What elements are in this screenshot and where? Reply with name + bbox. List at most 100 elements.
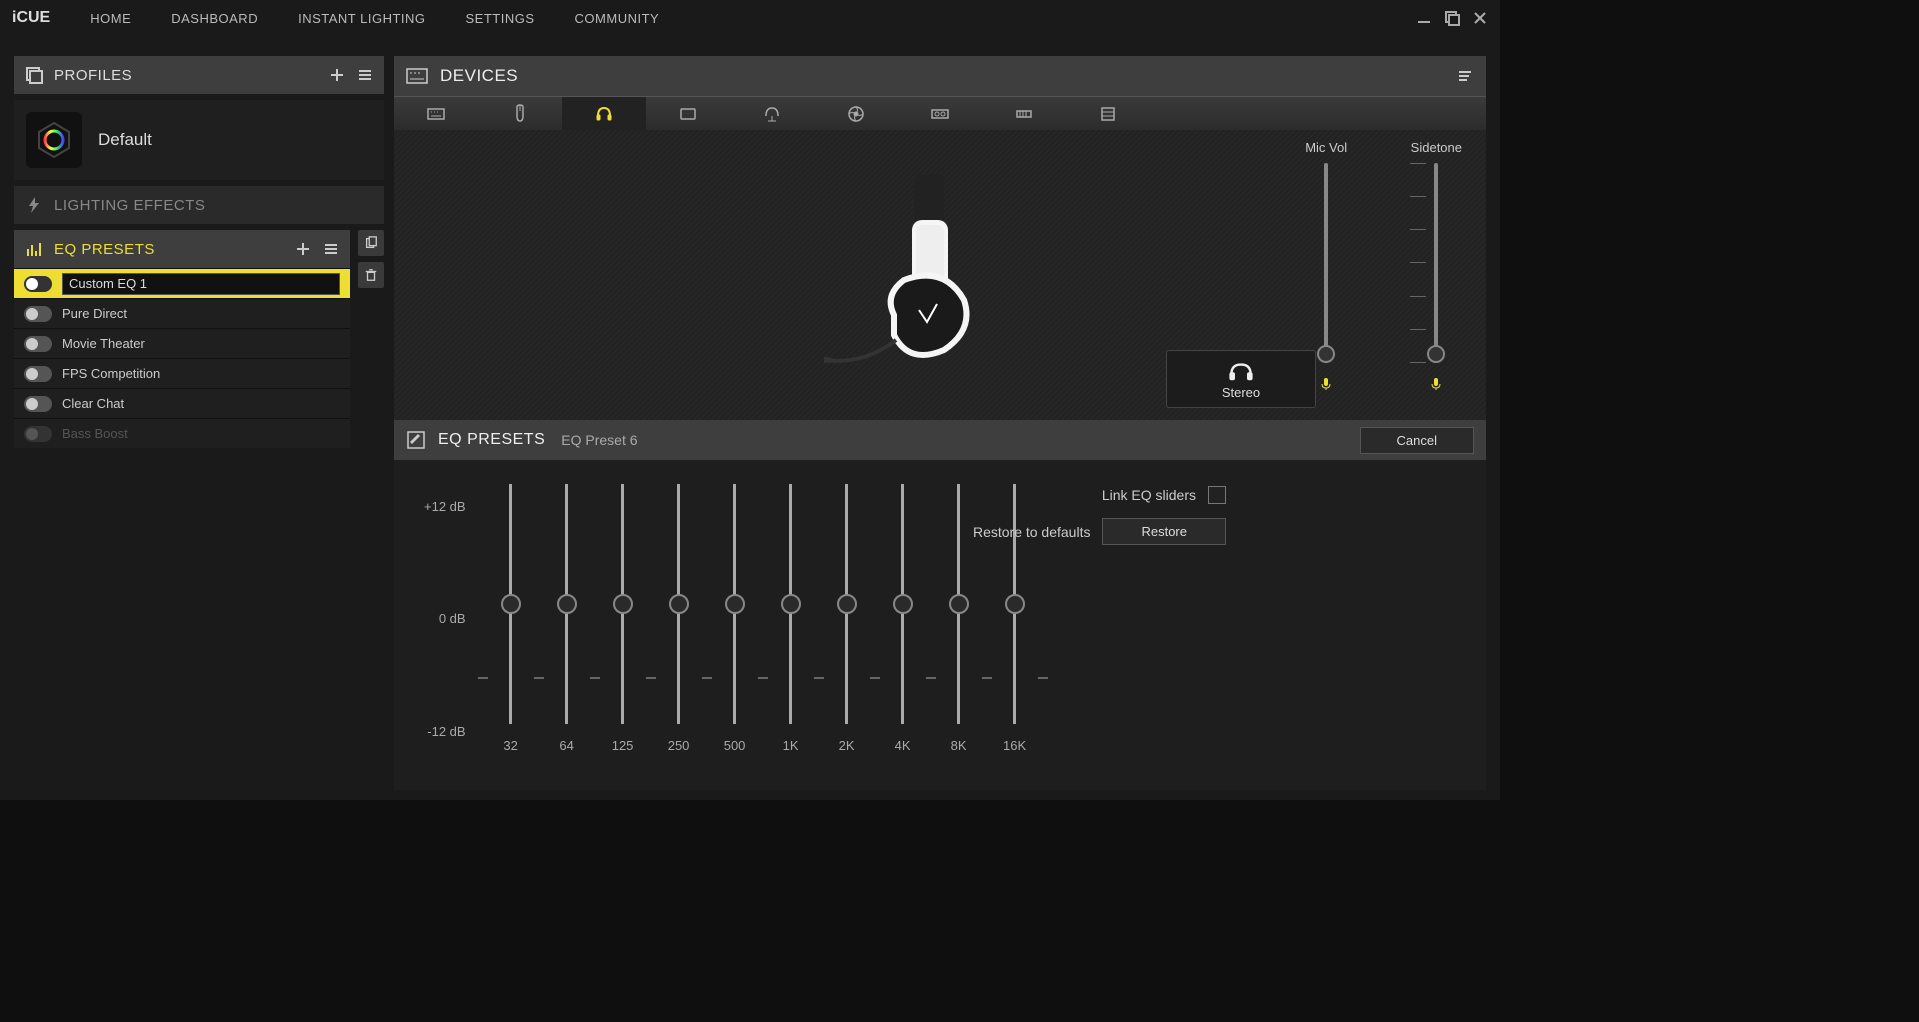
stereo-mode-button[interactable]: Stereo — [1166, 350, 1316, 408]
preset-toggle[interactable] — [24, 426, 52, 442]
nav-dashboard[interactable]: DASHBOARD — [171, 11, 258, 26]
nav-home[interactable]: HOME — [90, 11, 131, 26]
eq-slider-32[interactable] — [488, 484, 534, 724]
profile-name: Default — [98, 130, 152, 150]
devices-settings-icon[interactable] — [1456, 67, 1474, 85]
main-panel: DEVICES Stereo — [394, 56, 1486, 790]
preset-toggle[interactable] — [24, 366, 52, 382]
preset-row-2[interactable]: Movie Theater — [14, 328, 350, 358]
device-headset-icon[interactable] — [562, 97, 646, 130]
profile-row[interactable]: Default — [14, 100, 384, 180]
eq-axis: +12 dB 0 dB -12 dB — [424, 499, 466, 739]
device-mousepad-icon[interactable] — [646, 97, 730, 130]
close-icon[interactable] — [1472, 10, 1488, 26]
eq-icon — [24, 239, 44, 259]
preset-toggle[interactable] — [24, 396, 52, 412]
eq-panel-header: EQ PRESETS Cancel — [394, 420, 1486, 460]
eq-slider-125[interactable] — [600, 484, 646, 724]
eq-freq-label: 4K — [895, 738, 911, 753]
eq-axis-top: +12 dB — [424, 499, 466, 514]
mic-icon — [1319, 377, 1333, 391]
eq-freq-label: 125 — [612, 738, 634, 753]
preset-list: Pure Direct Movie Theater FPS Competition C… — [14, 268, 350, 448]
maximize-icon[interactable] — [1444, 10, 1460, 26]
eq-presets-title: EQ PRESETS — [54, 241, 284, 258]
title-bar: iCUE HOME DASHBOARD INSTANT LIGHTING SET… — [0, 0, 1500, 36]
preset-toggle[interactable] — [24, 276, 52, 292]
preset-label: Bass Boost — [62, 426, 128, 441]
device-stand-icon[interactable] — [730, 97, 814, 130]
eq-axis-bot: -12 dB — [424, 724, 466, 739]
preset-row-3[interactable]: FPS Competition — [14, 358, 350, 388]
sidetone-mic-icon — [1429, 377, 1443, 391]
eq-name-input[interactable] — [561, 432, 761, 448]
eq-slider-1K[interactable] — [768, 484, 814, 724]
nav-community[interactable]: COMMUNITY — [575, 11, 660, 26]
preset-row-0[interactable] — [14, 268, 350, 298]
nav-instant-lighting[interactable]: INSTANT LIGHTING — [298, 11, 425, 26]
device-fan-icon[interactable] — [814, 97, 898, 130]
preset-toggle[interactable] — [24, 336, 52, 352]
eq-slider-500[interactable] — [712, 484, 758, 724]
device-cooler-icon[interactable] — [1066, 97, 1150, 130]
restore-button[interactable]: Restore — [1102, 518, 1226, 545]
link-eq-checkbox[interactable] — [1208, 486, 1226, 504]
preset-label: Clear Chat — [62, 396, 124, 411]
top-nav: HOME DASHBOARD INSTANT LIGHTING SETTINGS… — [90, 11, 1416, 26]
device-icon-row — [394, 96, 1486, 130]
preset-row-4[interactable]: Clear Chat — [14, 388, 350, 418]
menu-icon[interactable] — [356, 66, 374, 84]
eq-freq-label: 16K — [1003, 738, 1026, 753]
device-gpu-icon[interactable] — [898, 97, 982, 130]
eq-body: +12 dB 0 dB -12 dB 32641252505001K2K4K8K… — [394, 460, 1486, 790]
sidebar: PROFILES Default LIGHTING EFFECTS — [14, 56, 384, 790]
eq-presets-header[interactable]: EQ PRESETS — [14, 230, 350, 268]
devices-header: DEVICES — [394, 56, 1486, 96]
eq-axis-mid: 0 dB — [424, 611, 466, 626]
headset-image — [824, 165, 1024, 385]
device-keyboard-icon[interactable] — [394, 97, 478, 130]
app-logo: iCUE — [12, 9, 50, 27]
eq-freq-label: 32 — [503, 738, 517, 753]
mic-vol-label: Mic Vol — [1305, 140, 1347, 155]
add-preset-icon[interactable] — [294, 240, 312, 258]
copy-preset-button[interactable] — [358, 230, 384, 256]
edit-icon[interactable] — [406, 430, 426, 450]
bolt-icon — [24, 195, 44, 215]
eq-slider-2K[interactable] — [824, 484, 870, 724]
device-preview: Stereo Mic Vol Sidetone — [394, 130, 1486, 420]
preset-row-1[interactable]: Pure Direct — [14, 298, 350, 328]
preset-name-input[interactable] — [62, 273, 340, 295]
eq-freq-label: 2K — [839, 738, 855, 753]
delete-preset-button[interactable] — [358, 262, 384, 288]
preset-label: Pure Direct — [62, 306, 127, 321]
preset-label: Movie Theater — [62, 336, 145, 351]
lighting-effects-header[interactable]: LIGHTING EFFECTS — [14, 186, 384, 224]
cancel-button[interactable]: Cancel — [1360, 427, 1474, 454]
eq-freq-label: 250 — [668, 738, 690, 753]
device-ram-icon[interactable] — [982, 97, 1066, 130]
preset-toggle[interactable] — [24, 306, 52, 322]
sidetone-slider[interactable]: Sidetone — [1411, 140, 1462, 391]
stereo-label: Stereo — [1222, 385, 1260, 400]
eq-slider-4K[interactable] — [880, 484, 926, 724]
link-eq-label: Link EQ sliders — [1102, 487, 1196, 503]
eq-freq-label: 8K — [951, 738, 967, 753]
nav-settings[interactable]: SETTINGS — [466, 11, 535, 26]
preset-menu-icon[interactable] — [322, 240, 340, 258]
device-mouse-icon[interactable] — [478, 97, 562, 130]
sidetone-label: Sidetone — [1411, 140, 1462, 155]
preset-row-5[interactable]: Bass Boost — [14, 418, 350, 448]
eq-slider-64[interactable] — [544, 484, 590, 724]
add-profile-icon[interactable] — [328, 66, 346, 84]
eq-freq-label: 64 — [559, 738, 573, 753]
mic-volume-slider[interactable]: Mic Vol — [1304, 140, 1349, 391]
restore-label: Restore to defaults — [973, 524, 1091, 540]
keyboard-header-icon — [406, 68, 428, 84]
eq-slider-250[interactable] — [656, 484, 702, 724]
profile-badge-icon — [26, 112, 82, 168]
profiles-icon — [24, 65, 44, 85]
devices-title: DEVICES — [440, 66, 1444, 86]
profiles-header[interactable]: PROFILES — [14, 56, 384, 94]
minimize-icon[interactable] — [1416, 10, 1432, 26]
